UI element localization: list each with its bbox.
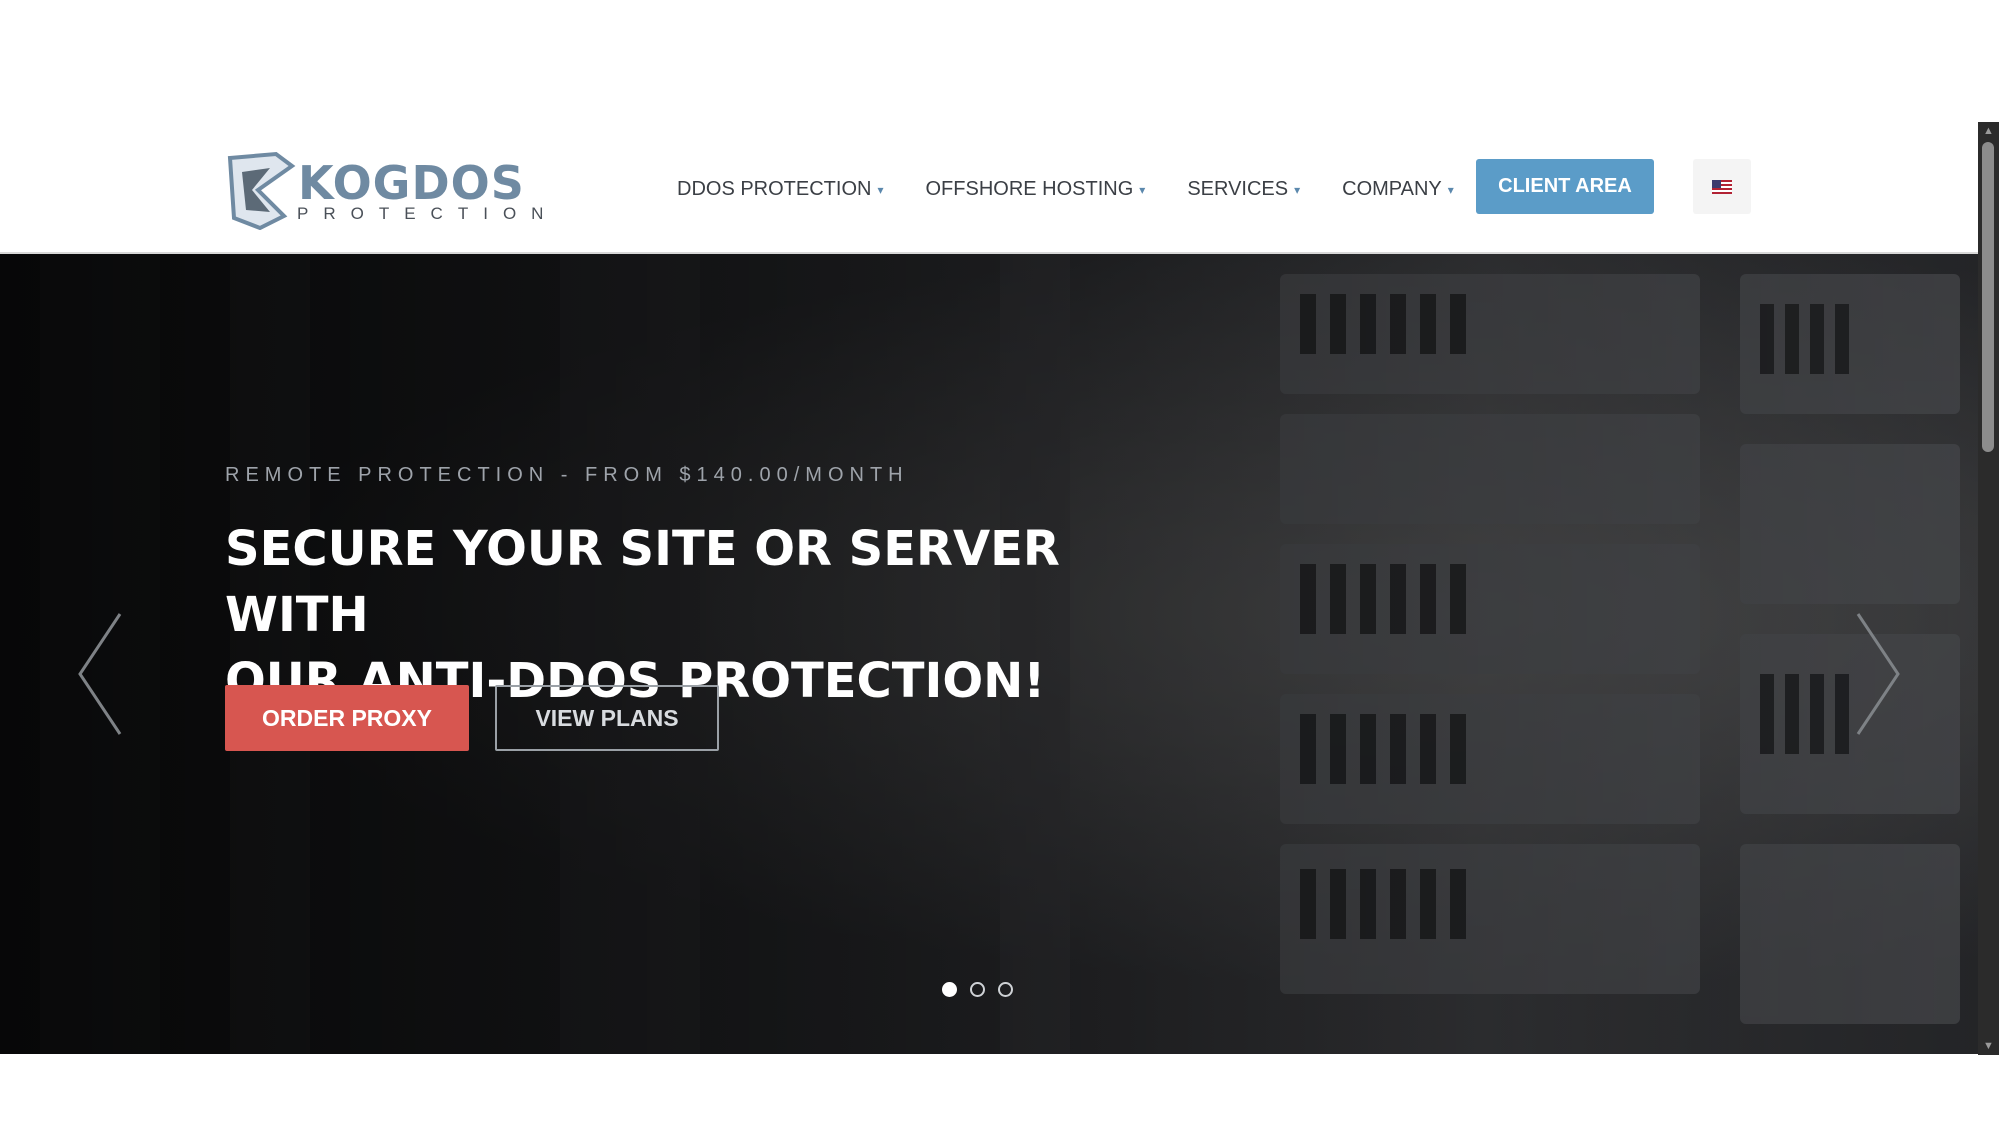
client-area-button[interactable]: CLIENT AREA (1476, 159, 1654, 214)
logo-wordmark: KOGDOS (298, 156, 525, 210)
nav-ddos-protection[interactable]: DDOS PROTECTION ▾ (677, 178, 883, 201)
scroll-thumb[interactable] (1982, 142, 1994, 452)
slider-dot-3[interactable] (998, 982, 1013, 997)
brand-logo[interactable]: KOGDOS PROTECTION (224, 150, 586, 230)
scroll-down-icon[interactable]: ▼ (1978, 1037, 1999, 1055)
slider-prev-arrow-icon[interactable] (70, 609, 130, 739)
slider-pagination (942, 982, 1013, 997)
nav-services[interactable]: SERVICES ▾ (1187, 178, 1300, 201)
hero-eyebrow: REMOTE PROTECTION - FROM $140.00/MONTH (225, 464, 909, 486)
scroll-up-icon[interactable]: ▲ (1978, 122, 1999, 140)
slider-dot-2[interactable] (970, 982, 985, 997)
chevron-down-icon: ▾ (1447, 182, 1454, 197)
site-header: KOGDOS PROTECTION DDOS PROTECTION ▾ OFFS… (0, 122, 1978, 254)
chevron-down-icon: ▾ (1139, 182, 1146, 197)
nav-item-label: DDOS PROTECTION (677, 178, 872, 200)
chevron-down-icon: ▾ (1294, 182, 1301, 197)
nav-company[interactable]: COMPANY ▾ (1342, 178, 1454, 201)
slider-next-arrow-icon[interactable] (1848, 609, 1908, 739)
view-plans-button[interactable]: VIEW PLANS (495, 685, 719, 751)
language-selector[interactable] (1693, 159, 1751, 214)
page-scrollbar[interactable]: ▲ ▼ (1978, 122, 1999, 1055)
nav-offshore-hosting[interactable]: OFFSHORE HOSTING ▾ (925, 178, 1145, 201)
main-nav: DDOS PROTECTION ▾ OFFSHORE HOSTING ▾ SER… (677, 178, 1454, 201)
shield-logo-icon (227, 151, 296, 230)
nav-item-label: COMPANY (1342, 178, 1442, 200)
logo-tagline: PROTECTION (297, 204, 559, 223)
nav-item-label: SERVICES (1187, 178, 1289, 200)
slider-dot-1[interactable] (942, 982, 957, 997)
nav-item-label: OFFSHORE HOSTING (925, 178, 1134, 200)
us-flag-icon (1712, 179, 1732, 194)
chevron-down-icon: ▾ (877, 182, 884, 197)
hero-slider: REMOTE PROTECTION - FROM $140.00/MONTH S… (0, 254, 1978, 1054)
headline-line-1: SECURE YOUR SITE OR SERVER WITH (225, 521, 1060, 643)
order-proxy-button[interactable]: ORDER PROXY (225, 685, 469, 751)
